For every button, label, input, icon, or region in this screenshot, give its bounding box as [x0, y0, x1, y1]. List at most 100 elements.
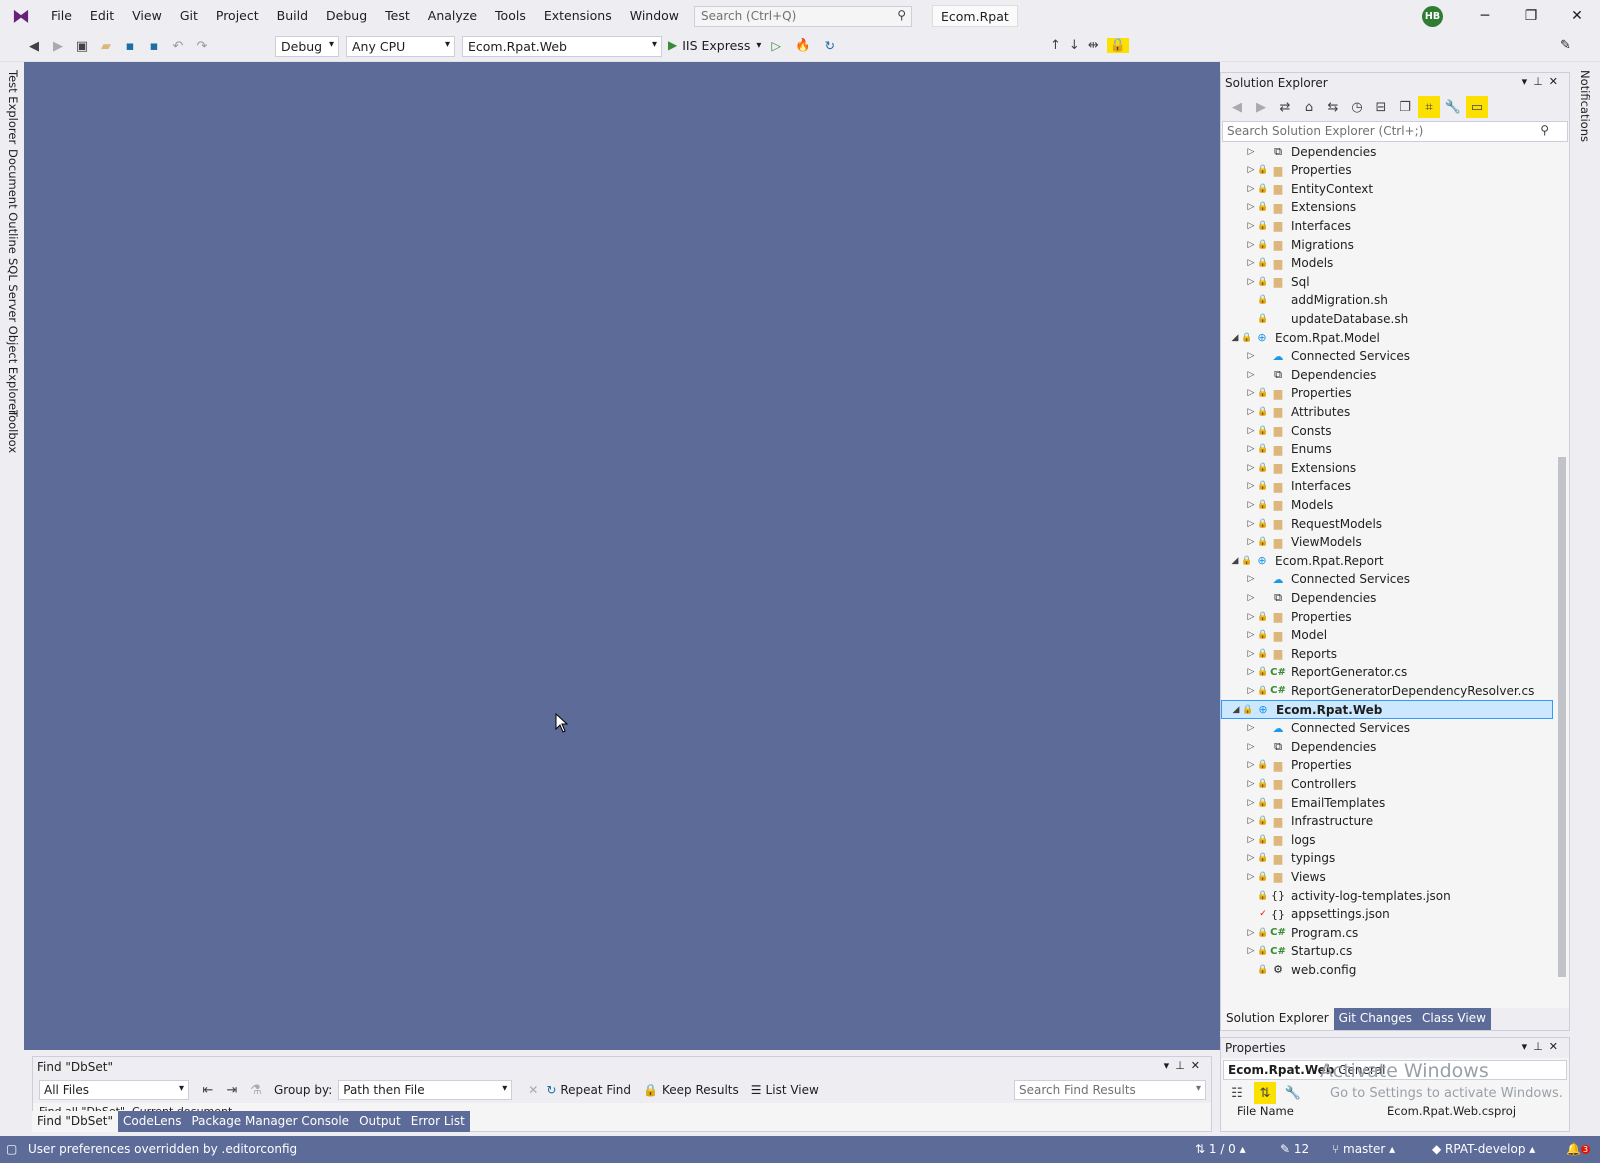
expand-arrow-icon[interactable]: ▷: [1245, 928, 1257, 938]
expand-arrow-icon[interactable]: ▷: [1245, 500, 1257, 510]
expand-arrow-icon[interactable]: ▷: [1245, 519, 1257, 529]
properties-icon[interactable]: 🔧: [1442, 96, 1464, 118]
tree-node[interactable]: ▷ 🔒 C# ReportGenerator.cs: [1221, 663, 1553, 682]
sync-icon[interactable]: ⇆: [1322, 96, 1344, 118]
expand-arrow-icon[interactable]: ▷: [1245, 649, 1257, 659]
next-result-icon[interactable]: ⇥: [221, 1079, 243, 1101]
feedback-icon[interactable]: ✎: [1560, 38, 1571, 53]
expand-arrow-icon[interactable]: ▷: [1245, 240, 1257, 250]
avatar[interactable]: HB: [1422, 6, 1443, 27]
tree-node[interactable]: ▷ 🔒 ▆ Properties: [1221, 607, 1553, 626]
expand-arrow-icon[interactable]: ▷: [1245, 593, 1257, 603]
pin-icon[interactable]: ⊥: [1533, 75, 1549, 88]
expand-arrow-icon[interactable]: ▷: [1245, 481, 1257, 491]
tree-node[interactable]: ▷ 🔒 ▆ Properties: [1221, 384, 1553, 403]
rail-tab-toolbox[interactable]: Toolbox: [6, 410, 20, 453]
tree-node[interactable]: ▷ 🔒 ▆ EntityContext: [1221, 179, 1553, 198]
menu-item-window[interactable]: Window: [621, 0, 688, 32]
collapse-arrow-icon[interactable]: ◢: [1230, 705, 1242, 715]
tab-output[interactable]: Output: [354, 1111, 406, 1132]
editor-area[interactable]: [24, 62, 1220, 1050]
pane-close-icon[interactable]: ✕: [1549, 1040, 1564, 1053]
menu-item-file[interactable]: File: [42, 0, 81, 32]
tree-node[interactable]: ▷ 🔒 ▆ Sql: [1221, 272, 1553, 291]
tree-node[interactable]: ▷ 🔒 ▆ Migrations: [1221, 235, 1553, 254]
menu-item-analyze[interactable]: Analyze: [419, 0, 486, 32]
tree-node[interactable]: 🔒{} activity-log-templates.json: [1221, 886, 1553, 905]
expand-arrow-icon[interactable]: ▷: [1245, 946, 1257, 956]
expand-arrow-icon[interactable]: ▷: [1245, 835, 1257, 845]
tab-error-list[interactable]: Error List: [405, 1111, 470, 1132]
repeat-find-button[interactable]: Repeat Find: [560, 1083, 631, 1097]
rail-tab-sql-server-object-explorer[interactable]: SQL Server Object Explorer: [6, 258, 20, 415]
tree-scrollbar[interactable]: [1555, 142, 1569, 1002]
keep-results-button[interactable]: Keep Results: [662, 1083, 739, 1097]
tree-node[interactable]: ▷ ⧉ Dependencies: [1221, 142, 1553, 161]
menu-item-git[interactable]: Git: [171, 0, 207, 32]
find-scope-dropdown[interactable]: All Files: [39, 1080, 189, 1100]
pane-menu-icon[interactable]: ▾: [1164, 1059, 1176, 1072]
visual-studio-logo-icon[interactable]: ⧓: [10, 5, 32, 27]
tree-node[interactable]: ▷ 🔒 ▆ Interfaces: [1221, 216, 1553, 235]
tree-node[interactable]: 🔒 ⚙ web.config: [1221, 960, 1553, 979]
tree-node[interactable]: ✓ {} appsettings.json: [1221, 905, 1553, 924]
sync-status[interactable]: ⇅ 1 / 0 ▴: [1195, 1142, 1246, 1156]
tab-package-manager-console[interactable]: Package Manager Console: [186, 1111, 355, 1132]
tree-node[interactable]: ▷ ⧉ Dependencies: [1221, 365, 1553, 384]
expand-arrow-icon[interactable]: ▷: [1245, 370, 1257, 380]
menu-item-build[interactable]: Build: [268, 0, 317, 32]
tree-node[interactable]: ▷ 🔒 ▆ Enums: [1221, 440, 1553, 459]
forward-icon[interactable]: ▶: [47, 36, 69, 58]
find-results-search-input[interactable]: Search Find Results: [1014, 1080, 1206, 1100]
save-icon[interactable]: ▪: [119, 36, 141, 58]
tab-class-view[interactable]: Class View: [1417, 1008, 1491, 1030]
refresh-icon[interactable]: ↻: [825, 38, 835, 53]
expand-arrow-icon[interactable]: ▷: [1245, 667, 1257, 677]
expand-arrow-icon[interactable]: ▷: [1245, 147, 1257, 157]
pin-icon[interactable]: ⊥: [1533, 1040, 1549, 1053]
tree-node[interactable]: ▷ 🔒 ▆ Reports: [1221, 644, 1553, 663]
pending-changes-icon[interactable]: ◷: [1346, 96, 1368, 118]
expand-arrow-icon[interactable]: ▷: [1245, 407, 1257, 417]
forward-icon[interactable]: ▶: [1250, 96, 1272, 118]
redo-icon[interactable]: ↷: [191, 36, 213, 58]
pending-edits[interactable]: ✎ 12: [1280, 1142, 1309, 1156]
collapse-arrow-icon[interactable]: ◢: [1229, 556, 1241, 566]
tree-node[interactable]: ▷ 🔒 ▆ Properties: [1221, 756, 1553, 775]
expand-arrow-icon[interactable]: ▷: [1245, 798, 1257, 808]
expand-arrow-icon[interactable]: ▷: [1245, 574, 1257, 584]
startup-project-dropdown[interactable]: Ecom.Rpat.Web: [462, 36, 662, 57]
undo-icon[interactable]: ↶: [167, 36, 189, 58]
filter-icon[interactable]: ⚗: [245, 1079, 267, 1101]
preview-icon[interactable]: ⌗: [1418, 96, 1440, 118]
expand-arrow-icon[interactable]: ▷: [1245, 202, 1257, 212]
tree-node[interactable]: ▷ 🔒 C# Startup.cs: [1221, 942, 1553, 961]
pane-close-icon[interactable]: ✕: [1191, 1059, 1206, 1072]
tree-project-node[interactable]: ◢ 🔒 ⊕ Ecom.Rpat.Model: [1221, 328, 1553, 347]
rail-tab-test-explorer[interactable]: Test Explorer: [6, 70, 20, 144]
tree-node[interactable]: 🔒 updateDatabase.sh: [1221, 309, 1553, 328]
tree-node[interactable]: ▷ ⧉ Dependencies: [1221, 737, 1553, 756]
tree-node[interactable]: ▷ ⧉ Dependencies: [1221, 588, 1553, 607]
pin-icon[interactable]: ⊥: [1175, 1059, 1191, 1072]
arrow-down-icon[interactable]: ↓: [1069, 38, 1080, 53]
repo-selector[interactable]: ◆ RPAT-develop ▴: [1432, 1142, 1535, 1156]
home-icon[interactable]: ⌂: [1298, 96, 1320, 118]
tree-node[interactable]: 🔒 addMigration.sh: [1221, 291, 1553, 310]
collapse-all-icon[interactable]: ⊟: [1370, 96, 1392, 118]
expand-arrow-icon[interactable]: ▷: [1245, 537, 1257, 547]
pane-menu-icon[interactable]: ▾: [1522, 1040, 1534, 1053]
previous-result-icon[interactable]: ⇤: [197, 1079, 219, 1101]
expand-arrow-icon[interactable]: ▷: [1245, 277, 1257, 287]
tree-project-node[interactable]: ◢ 🔒 ⊕ Ecom.Rpat.Web: [1221, 700, 1553, 719]
tab-codelens[interactable]: CodeLens: [118, 1111, 187, 1132]
close-icon[interactable]: ✕: [1554, 0, 1600, 32]
preview-selected-icon[interactable]: ▭: [1466, 96, 1488, 118]
expand-arrow-icon[interactable]: ▷: [1245, 630, 1257, 640]
collapse-arrow-icon[interactable]: ◢: [1229, 333, 1241, 343]
menu-item-edit[interactable]: Edit: [81, 0, 123, 32]
menu-item-tools[interactable]: Tools: [486, 0, 535, 32]
save-all-icon[interactable]: ▪: [143, 36, 165, 58]
tree-node[interactable]: ▷ 🔒 ▆ Consts: [1221, 421, 1553, 440]
back-icon[interactable]: ◀: [23, 36, 45, 58]
